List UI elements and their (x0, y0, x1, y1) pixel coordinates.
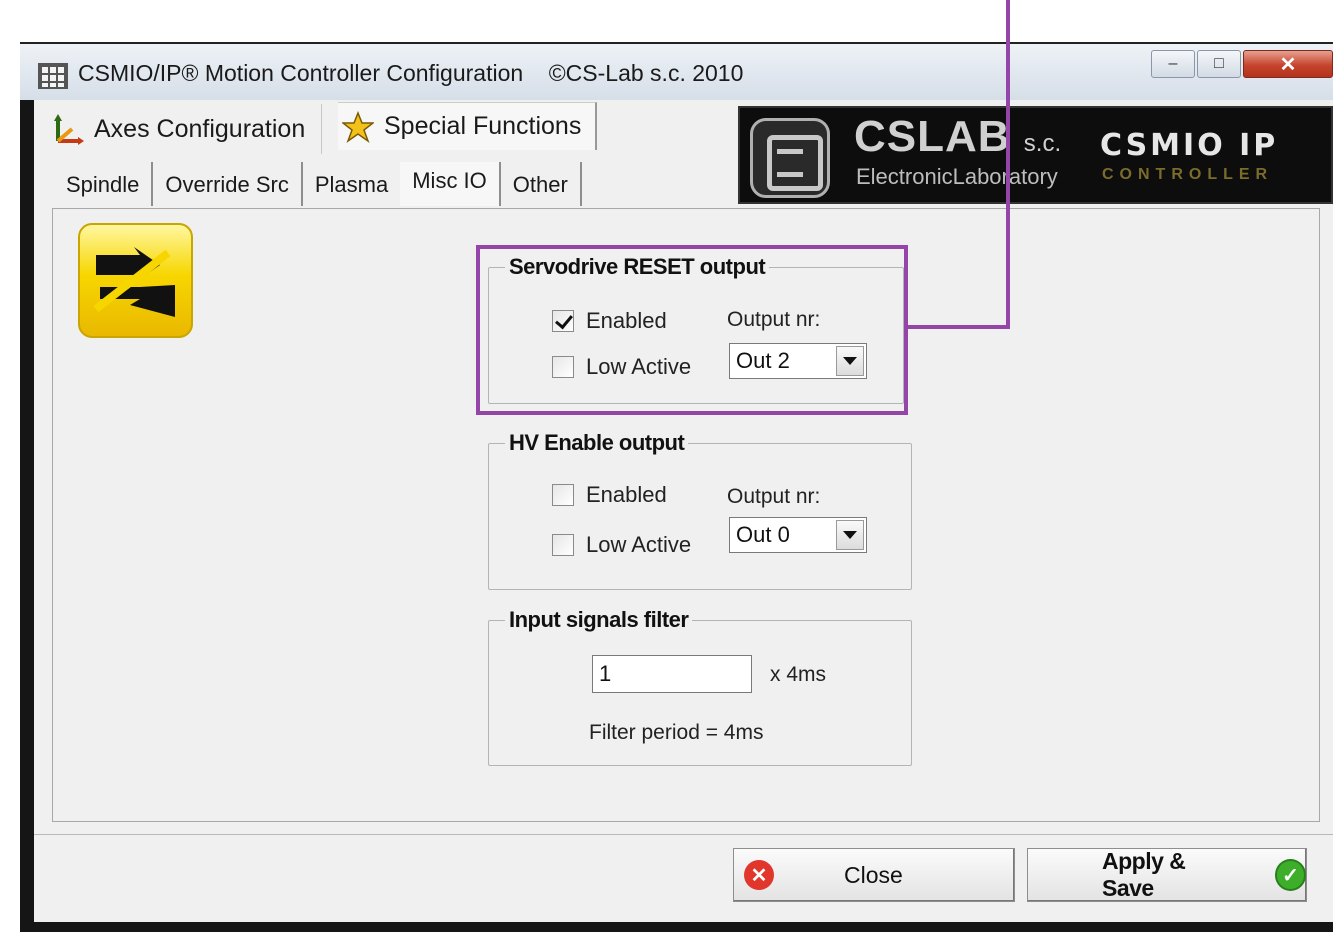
window-controls: – □ ✕ (1149, 50, 1333, 80)
subtab-plasma[interactable]: Plasma (303, 162, 400, 206)
tab-special-label: Special Functions (384, 112, 582, 140)
maximize-button[interactable]: □ (1197, 50, 1241, 78)
banner-title-suffix: s.c. (1023, 130, 1062, 157)
close-icon: ✕ (1279, 53, 1297, 76)
misc-io-icon (78, 223, 193, 338)
window-title: CSMIO/IP® Motion Controller Configuratio… (78, 60, 744, 86)
subtab-bar: Spindle Override Src Plasma Misc IO Othe… (54, 160, 582, 206)
axes-icon (52, 113, 84, 145)
filter-value-input[interactable]: 1 (592, 655, 752, 693)
highlight-connector-vertical (1006, 0, 1010, 329)
highlight-connector-horizontal (906, 325, 1010, 329)
hv-output-value: Out 0 (736, 522, 790, 547)
subtab-override-src[interactable]: Override Src (153, 162, 303, 206)
subtab-misc-io[interactable]: Misc IO (400, 162, 499, 206)
minimize-button[interactable]: – (1151, 50, 1195, 78)
chevron-down-icon[interactable] (836, 520, 864, 550)
tab-axes-configuration[interactable]: Axes Configuration (52, 104, 323, 154)
hv-enable-title: HV Enable output (509, 430, 685, 455)
banner-subtitle: ElectronicLaboratory (856, 164, 1058, 189)
close-button[interactable]: ✕ Close (733, 848, 1015, 902)
hv-low-active-box[interactable] (552, 534, 574, 556)
hv-enabled-label: Enabled (586, 482, 667, 507)
banner-title-text: CSLAB (854, 112, 1011, 161)
input-filter-title: Input signals filter (509, 607, 689, 632)
hv-output-select[interactable]: Out 0 (729, 517, 867, 553)
minimize-icon: – (1168, 55, 1178, 72)
apply-save-label: Apply & Save (1102, 848, 1186, 901)
window-close-button[interactable]: ✕ (1243, 50, 1333, 78)
hv-low-active-label: Low Active (586, 532, 692, 557)
apply-save-button[interactable]: Apply & Save ✓ (1027, 848, 1307, 902)
hv-enabled-box[interactable] (552, 484, 574, 506)
close-x-icon: ✕ (744, 860, 774, 890)
hv-enabled-checkbox[interactable]: Enabled (552, 482, 667, 508)
filter-unit-label: x 4ms (770, 663, 827, 686)
subtab-other[interactable]: Other (498, 162, 582, 206)
title-bar: CSMIO/IP® Motion Controller Configuratio… (20, 42, 1333, 100)
maximize-icon: □ (1214, 55, 1224, 72)
app-grid-icon (38, 63, 68, 89)
filter-period-text: Filter period = 4ms (589, 721, 764, 744)
close-button-label: Close (844, 861, 903, 888)
checkmark-icon: ✓ (1274, 859, 1306, 891)
cslab-logo-icon (750, 118, 830, 198)
banner-brand-sub: CONTROLLER (1102, 166, 1274, 183)
hv-low-active-checkbox[interactable]: Low Active (552, 532, 691, 558)
tab-special-functions[interactable]: Special Functions (338, 102, 598, 150)
hv-output-label: Output nr: (727, 485, 821, 508)
star-icon (342, 110, 374, 143)
cslab-banner: CSLAB s.c. ElectronicLaboratory CSMIO IP… (738, 106, 1333, 204)
banner-brand: CSMIO IP (1100, 128, 1279, 163)
highlight-box (476, 245, 908, 415)
banner-title: CSLAB s.c. (854, 112, 1061, 162)
subtab-spindle[interactable]: Spindle (54, 162, 154, 206)
hv-enable-group: HV Enable output (488, 430, 912, 590)
tab-axes-label: Axes Configuration (94, 114, 306, 143)
